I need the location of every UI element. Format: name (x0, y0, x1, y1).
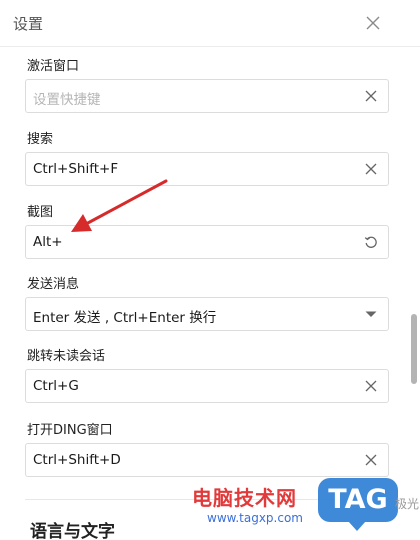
open-ding-shortcut-value: Ctrl+Shift+D (33, 452, 121, 468)
jump-unread-shortcut-input[interactable]: Ctrl+G (25, 369, 389, 403)
label-screenshot: 截图 (27, 205, 54, 220)
shortcut-settings-panel: 激活窗口 设置快捷键 搜索 Ctrl+Shift+F 截图 Alt+ 发送消息 … (0, 47, 408, 540)
dialog-title: 设置 (13, 15, 44, 33)
dropdown-caret-icon[interactable] (364, 307, 378, 321)
send-message-select[interactable]: Enter 发送 , Ctrl+Enter 换行 (25, 297, 389, 331)
label-search: 搜索 (27, 132, 54, 147)
open-ding-shortcut-input[interactable]: Ctrl+Shift+D (25, 443, 389, 477)
clear-icon[interactable] (364, 453, 378, 467)
search-shortcut-value: Ctrl+Shift+F (33, 161, 119, 177)
section-divider (25, 499, 389, 500)
activate-window-placeholder: 设置快捷键 (33, 92, 101, 108)
activate-window-shortcut-input[interactable]: 设置快捷键 (25, 79, 389, 113)
screenshot-shortcut-value: Alt+ (33, 234, 63, 250)
search-shortcut-input[interactable]: Ctrl+Shift+F (25, 152, 389, 186)
screenshot-shortcut-input[interactable]: Alt+ (25, 225, 389, 259)
clear-icon[interactable] (364, 379, 378, 393)
send-message-value: Enter 发送 , Ctrl+Enter 换行 (33, 310, 217, 326)
jump-unread-shortcut-value: Ctrl+G (33, 378, 79, 394)
label-send-message: 发送消息 (27, 277, 80, 292)
dialog-titlebar: 设置 (0, 0, 420, 47)
close-icon[interactable] (364, 14, 382, 32)
label-jump-unread: 跳转未读会话 (27, 349, 106, 364)
clear-icon[interactable] (364, 162, 378, 176)
reset-icon[interactable] (364, 235, 378, 249)
label-open-ding: 打开DING窗口 (27, 423, 113, 438)
section-title-language: 语言与文字 (30, 522, 115, 540)
label-activate-window: 激活窗口 (27, 59, 80, 74)
clear-icon[interactable] (364, 89, 378, 103)
scrollbar-thumb[interactable] (411, 314, 417, 384)
